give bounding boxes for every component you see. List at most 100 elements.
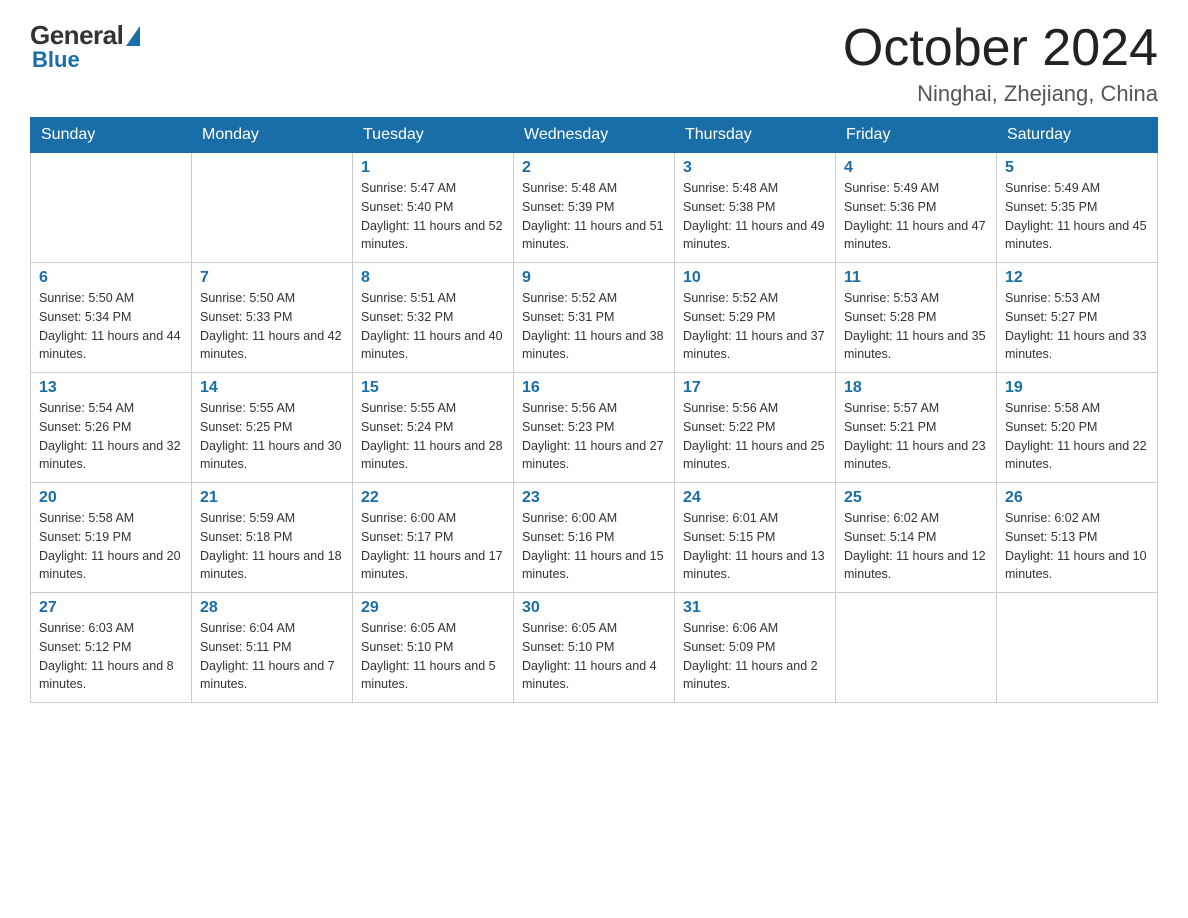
day-number: 22 — [361, 489, 505, 507]
day-number: 23 — [522, 489, 666, 507]
calendar-cell: 8Sunrise: 5:51 AMSunset: 5:32 PMDaylight… — [353, 263, 514, 373]
day-number: 20 — [39, 489, 183, 507]
calendar-cell: 12 Sunrise: 5:53 AMSunset: 5:27 PMDayligh… — [997, 263, 1158, 373]
logo-blue-text: Blue — [32, 47, 80, 73]
calendar-header-row: SundayMondayTuesdayWednesdayThursdayFrid… — [31, 118, 1158, 153]
day-info: Sunrise: 5:56 AMSunset: 5:22 PMDaylight:… — [683, 399, 827, 474]
calendar-cell: 13 Sunrise: 5:54 AMSunset: 5:26 PMDayligh… — [31, 373, 192, 483]
day-info: Sunrise: 5:48 AMSunset: 5:38 PMDaylight:… — [683, 179, 827, 254]
day-info: Sunrise: 5:58 AMSunset: 5:19 PMDaylight:… — [39, 509, 183, 584]
calendar-cell: 2 Sunrise: 5:48 AMSunset: 5:39 PMDaylight… — [514, 153, 675, 263]
calendar-cell: 31 Sunrise: 6:06 AMSunset: 5:09 PMDayligh… — [675, 593, 836, 703]
day-info: Sunrise: 6:05 AMSunset: 5:10 PMDaylight:… — [361, 619, 505, 694]
calendar-cell: 19Sunrise: 5:58 AMSunset: 5:20 PMDayligh… — [997, 373, 1158, 483]
calendar-cell: 22 Sunrise: 6:00 AMSunset: 5:17 PMDayligh… — [353, 483, 514, 593]
calendar-cell: 4 Sunrise: 5:49 AMSunset: 5:36 PMDaylight… — [836, 153, 997, 263]
day-info: Sunrise: 6:00 AMSunset: 5:16 PMDaylight:… — [522, 509, 666, 584]
calendar-cell: 29 Sunrise: 6:05 AMSunset: 5:10 PMDayligh… — [353, 593, 514, 703]
day-info: Sunrise: 5:56 AMSunset: 5:23 PMDaylight:… — [522, 399, 666, 474]
day-info: Sunrise: 5:52 AMSunset: 5:29 PMDaylight:… — [683, 289, 827, 364]
calendar-cell: 20 Sunrise: 5:58 AMSunset: 5:19 PMDayligh… — [31, 483, 192, 593]
day-info: Sunrise: 5:53 AMSunset: 5:27 PMDaylight:… — [1005, 289, 1149, 364]
calendar-cell: 10 Sunrise: 5:52 AMSunset: 5:29 PMDayligh… — [675, 263, 836, 373]
day-header-friday: Friday — [836, 118, 997, 153]
day-info: Sunrise: 5:47 AMSunset: 5:40 PMDaylight:… — [361, 179, 505, 254]
day-number: 19 — [1005, 379, 1149, 397]
day-info: Sunrise: 6:02 AMSunset: 5:13 PMDaylight:… — [1005, 509, 1149, 584]
logo: General Blue — [30, 20, 140, 73]
month-title: October 2024 — [843, 20, 1158, 77]
calendar-cell: 15Sunrise: 5:55 AMSunset: 5:24 PMDayligh… — [353, 373, 514, 483]
day-header-thursday: Thursday — [675, 118, 836, 153]
calendar-cell — [997, 593, 1158, 703]
calendar-cell: 23 Sunrise: 6:00 AMSunset: 5:16 PMDayligh… — [514, 483, 675, 593]
week-row-5: 27Sunrise: 6:03 AMSunset: 5:12 PMDayligh… — [31, 593, 1158, 703]
day-info: Sunrise: 6:00 AMSunset: 5:17 PMDaylight:… — [361, 509, 505, 584]
day-info: Sunrise: 5:51 AMSunset: 5:32 PMDaylight:… — [361, 289, 505, 364]
day-number: 24 — [683, 489, 827, 507]
day-number: 30 — [522, 599, 666, 617]
day-header-saturday: Saturday — [997, 118, 1158, 153]
calendar-cell: 30Sunrise: 6:05 AMSunset: 5:10 PMDayligh… — [514, 593, 675, 703]
day-info: Sunrise: 6:01 AMSunset: 5:15 PMDaylight:… — [683, 509, 827, 584]
day-info: Sunrise: 5:59 AMSunset: 5:18 PMDaylight:… — [200, 509, 344, 584]
day-info: Sunrise: 5:48 AMSunset: 5:39 PMDaylight:… — [522, 179, 666, 254]
day-number: 16 — [522, 379, 666, 397]
calendar-cell: 16 Sunrise: 5:56 AMSunset: 5:23 PMDayligh… — [514, 373, 675, 483]
week-row-2: 6 Sunrise: 5:50 AMSunset: 5:34 PMDaylight… — [31, 263, 1158, 373]
day-number: 4 — [844, 159, 988, 177]
day-number: 18 — [844, 379, 988, 397]
day-number: 12 — [1005, 269, 1149, 287]
day-number: 7 — [200, 269, 344, 287]
week-row-4: 20 Sunrise: 5:58 AMSunset: 5:19 PMDayligh… — [31, 483, 1158, 593]
day-info: Sunrise: 6:06 AMSunset: 5:09 PMDaylight:… — [683, 619, 827, 694]
day-info: Sunrise: 5:57 AMSunset: 5:21 PMDaylight:… — [844, 399, 988, 474]
day-info: Sunrise: 6:02 AMSunset: 5:14 PMDaylight:… — [844, 509, 988, 584]
day-number: 1 — [361, 159, 505, 177]
calendar-cell: 25Sunrise: 6:02 AMSunset: 5:14 PMDayligh… — [836, 483, 997, 593]
day-header-monday: Monday — [192, 118, 353, 153]
day-number: 3 — [683, 159, 827, 177]
day-info: Sunrise: 5:55 AMSunset: 5:24 PMDaylight:… — [361, 399, 505, 474]
day-header-wednesday: Wednesday — [514, 118, 675, 153]
day-info: Sunrise: 5:52 AMSunset: 5:31 PMDaylight:… — [522, 289, 666, 364]
day-number: 13 — [39, 379, 183, 397]
calendar-cell — [192, 153, 353, 263]
logo-triangle-icon — [126, 26, 140, 46]
day-info: Sunrise: 5:50 AMSunset: 5:34 PMDaylight:… — [39, 289, 183, 364]
calendar-cell: 9 Sunrise: 5:52 AMSunset: 5:31 PMDaylight… — [514, 263, 675, 373]
day-number: 5 — [1005, 159, 1149, 177]
day-number: 29 — [361, 599, 505, 617]
day-number: 9 — [522, 269, 666, 287]
day-header-tuesday: Tuesday — [353, 118, 514, 153]
day-info: Sunrise: 5:55 AMSunset: 5:25 PMDaylight:… — [200, 399, 344, 474]
day-info: Sunrise: 6:04 AMSunset: 5:11 PMDaylight:… — [200, 619, 344, 694]
day-number: 11 — [844, 269, 988, 287]
day-number: 31 — [683, 599, 827, 617]
day-header-sunday: Sunday — [31, 118, 192, 153]
calendar-cell: 24 Sunrise: 6:01 AMSunset: 5:15 PMDayligh… — [675, 483, 836, 593]
day-number: 28 — [200, 599, 344, 617]
page-header: General Blue October 2024 Ninghai, Zheji… — [30, 20, 1158, 107]
calendar-table: SundayMondayTuesdayWednesdayThursdayFrid… — [30, 117, 1158, 703]
calendar-cell: 14 Sunrise: 5:55 AMSunset: 5:25 PMDayligh… — [192, 373, 353, 483]
week-row-1: 1 Sunrise: 5:47 AMSunset: 5:40 PMDaylight… — [31, 153, 1158, 263]
day-number: 14 — [200, 379, 344, 397]
calendar-cell: 5Sunrise: 5:49 AMSunset: 5:35 PMDaylight… — [997, 153, 1158, 263]
calendar-cell: 1 Sunrise: 5:47 AMSunset: 5:40 PMDaylight… — [353, 153, 514, 263]
day-info: Sunrise: 5:49 AMSunset: 5:36 PMDaylight:… — [844, 179, 988, 254]
day-number: 10 — [683, 269, 827, 287]
day-number: 6 — [39, 269, 183, 287]
calendar-cell: 28 Sunrise: 6:04 AMSunset: 5:11 PMDayligh… — [192, 593, 353, 703]
calendar-cell — [31, 153, 192, 263]
day-number: 2 — [522, 159, 666, 177]
day-number: 17 — [683, 379, 827, 397]
day-info: Sunrise: 5:54 AMSunset: 5:26 PMDaylight:… — [39, 399, 183, 474]
day-number: 26 — [1005, 489, 1149, 507]
calendar-cell: 17 Sunrise: 5:56 AMSunset: 5:22 PMDayligh… — [675, 373, 836, 483]
calendar-cell: 26 Sunrise: 6:02 AMSunset: 5:13 PMDayligh… — [997, 483, 1158, 593]
day-info: Sunrise: 6:03 AMSunset: 5:12 PMDaylight:… — [39, 619, 183, 694]
location: Ninghai, Zhejiang, China — [843, 81, 1158, 107]
calendar-cell: 7Sunrise: 5:50 AMSunset: 5:33 PMDaylight… — [192, 263, 353, 373]
calendar-cell: 21Sunrise: 5:59 AMSunset: 5:18 PMDayligh… — [192, 483, 353, 593]
